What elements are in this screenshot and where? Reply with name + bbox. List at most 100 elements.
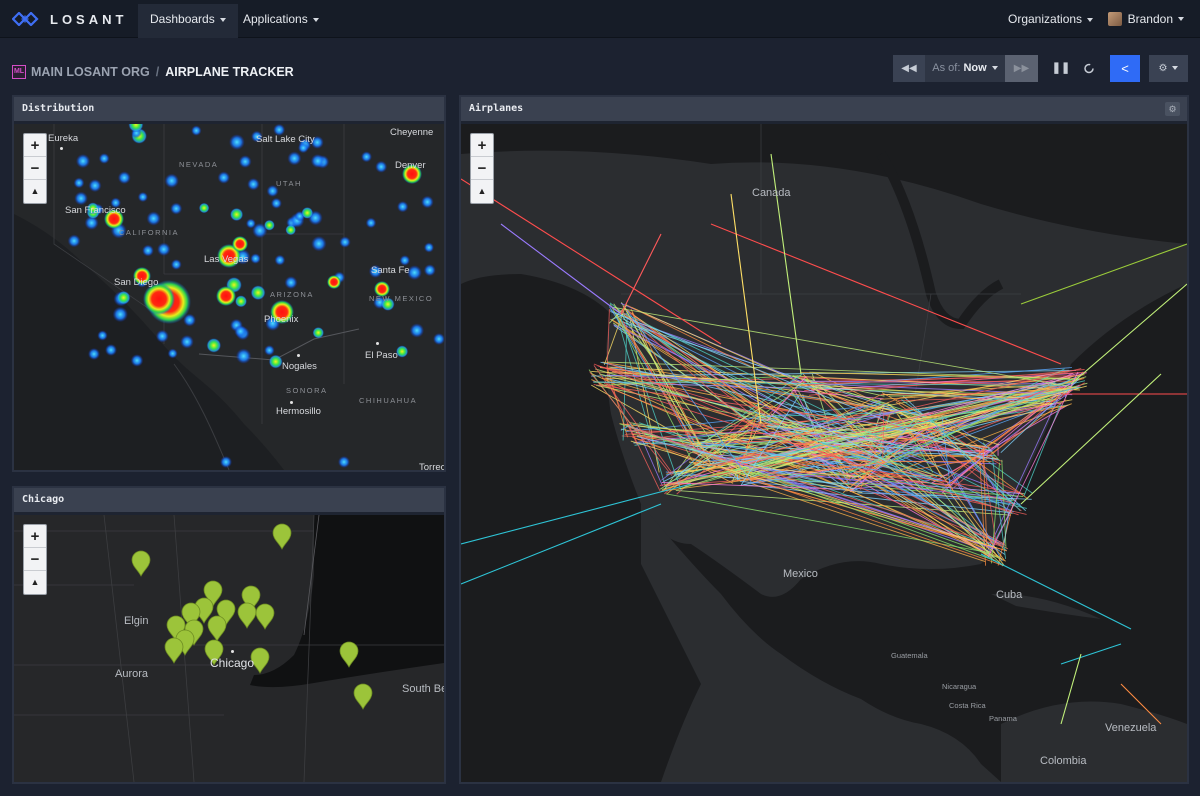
heat-point	[247, 178, 260, 191]
refresh-button[interactable]	[1078, 55, 1100, 82]
zoom-in-button[interactable]: +	[471, 134, 493, 157]
zoom-in-button[interactable]: +	[24, 134, 46, 157]
heat-point	[421, 195, 434, 209]
chevron-down-icon	[1172, 66, 1179, 71]
nav-applications-label: Applications	[243, 12, 308, 26]
heat-hotspot	[327, 275, 341, 289]
nav-dashboards[interactable]: Dashboards	[138, 4, 238, 38]
map-label: Venezuela	[1105, 722, 1157, 734]
nav-dashboards-label: Dashboards	[150, 12, 215, 26]
city-dot	[376, 342, 379, 345]
heat-point	[67, 234, 81, 248]
map-label: San Francisco	[65, 205, 126, 216]
heat-point	[130, 354, 144, 367]
rewind-icon: ◀◀	[901, 63, 917, 74]
user-menu[interactable]: Brandon	[1107, 4, 1184, 34]
heat-point	[250, 285, 266, 301]
map-label: Las Vegas	[204, 254, 249, 265]
heat-point	[73, 177, 85, 189]
map-label: Chicago	[210, 656, 255, 670]
heat-point	[270, 197, 282, 209]
reset-north-button[interactable]: ▲	[471, 180, 493, 203]
heat-point	[409, 323, 425, 338]
zoom-out-button[interactable]: −	[24, 548, 46, 571]
user-name: Brandon	[1127, 12, 1173, 26]
heat-point	[301, 207, 314, 219]
breadcrumb-org[interactable]: MAIN LOSANT ORG	[31, 65, 150, 79]
heat-point	[365, 217, 377, 229]
flight-paths-map[interactable]: + − ▲ Canada Mexico Cuba Guatemala Nicar…	[461, 124, 1187, 782]
chicago-panel: Chicago + − ▲ Elgin Aurora Chicago South…	[12, 486, 446, 784]
heat-point	[170, 259, 182, 270]
heat-point	[285, 224, 297, 236]
heat-point	[338, 456, 350, 468]
map-label: Nicaragua	[942, 682, 977, 691]
org-badge: ML	[12, 65, 26, 79]
nav-organizations[interactable]: Organizations	[996, 4, 1105, 38]
map-label: South Be	[402, 683, 444, 695]
map-label: Panama	[989, 714, 1017, 723]
heat-point	[274, 254, 286, 266]
city-dot	[60, 147, 63, 150]
zoom-in-button[interactable]: +	[24, 525, 46, 548]
map-label: Nogales	[282, 361, 317, 372]
heat-point	[235, 295, 247, 308]
marker-layer	[14, 515, 444, 782]
map-label: Elgin	[124, 615, 149, 627]
heat-point	[117, 171, 131, 185]
heat-point	[310, 154, 325, 168]
fast-forward-button[interactable]: ▶▶	[1005, 55, 1038, 82]
as-of-value: Now	[963, 62, 987, 74]
brand-name: LOSANT	[50, 11, 128, 27]
heat-point	[220, 456, 232, 468]
marker-map[interactable]: + − ▲ Elgin Aurora Chicago South Be	[14, 515, 444, 782]
chevron-down-icon	[312, 17, 319, 22]
heat-point	[311, 236, 327, 252]
heat-point	[423, 264, 436, 277]
heat-point	[88, 179, 102, 193]
heat-point	[312, 327, 324, 339]
heat-point	[217, 171, 230, 184]
brand-logo[interactable]: LOSANT	[12, 9, 127, 29]
zoom-out-button[interactable]: −	[471, 157, 493, 180]
heat-point	[284, 276, 298, 290]
map-label: Salt Lake City	[256, 134, 315, 145]
city-dot	[231, 650, 234, 653]
heat-point	[238, 155, 252, 168]
heat-point	[75, 154, 91, 169]
panel-title: Chicago	[14, 488, 444, 512]
pause-button[interactable]: ❚❚	[1050, 55, 1072, 82]
nav-applications[interactable]: Applications	[231, 4, 331, 38]
map-label: Cheyenne	[390, 127, 434, 138]
reset-north-button[interactable]: ▲	[24, 180, 46, 203]
nav-organizations-label: Organizations	[1008, 12, 1083, 26]
zoom-out-button[interactable]: −	[24, 157, 46, 180]
map-label: Guatemala	[891, 651, 928, 660]
map-label: Cuba	[996, 589, 1023, 601]
heat-point	[397, 201, 409, 213]
gear-icon: ⚙	[1158, 63, 1168, 74]
heat-hotspot	[216, 286, 236, 306]
map-label: CHIHUAHUA	[359, 396, 418, 405]
distribution-panel: Distribution + − ▲ Eureka Salt Lake City…	[12, 95, 446, 472]
panel-settings-button[interactable]: ⚙	[1165, 102, 1180, 116]
heat-point	[375, 160, 388, 173]
share-button[interactable]: <	[1110, 55, 1140, 82]
heat-point	[88, 348, 100, 360]
heat-point	[137, 191, 148, 203]
map-label: San Diego	[114, 277, 159, 288]
map-label: Phoenix	[264, 314, 299, 325]
fast-forward-icon: ▶▶	[1013, 63, 1030, 74]
chevron-down-icon	[991, 66, 998, 71]
heat-point	[229, 134, 245, 150]
rewind-button[interactable]: ◀◀	[893, 55, 925, 82]
city-dot	[297, 354, 300, 357]
reset-north-button[interactable]: ▲	[24, 571, 46, 594]
zoom-control: + − ▲	[23, 524, 47, 595]
settings-button[interactable]: ⚙	[1149, 55, 1188, 82]
as-of-dropdown[interactable]: As of: Now	[925, 55, 1005, 82]
heat-point	[287, 151, 302, 166]
avatar	[1107, 12, 1122, 26]
map-label: NEW MEXICO	[369, 294, 434, 303]
heatmap-map[interactable]: + − ▲ Eureka Salt Lake City Cheyenne NEV…	[14, 124, 444, 470]
